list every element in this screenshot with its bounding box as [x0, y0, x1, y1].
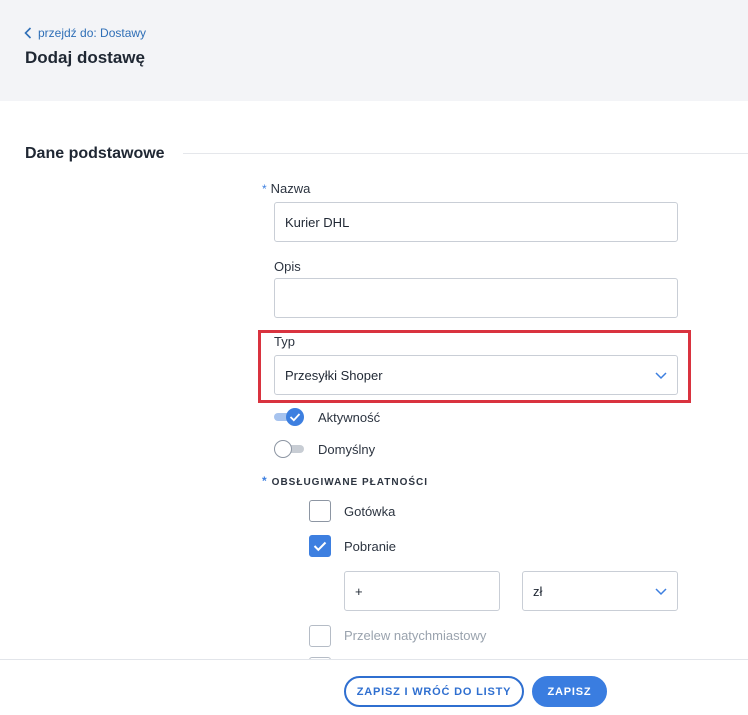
default-toggle[interactable] [274, 440, 304, 458]
chevron-down-icon [655, 584, 667, 599]
back-link-label: przejdź do: Dostawy [38, 26, 147, 40]
active-toggle[interactable] [274, 408, 304, 426]
check-icon [289, 413, 301, 422]
page-title: Dodaj dostawę [25, 48, 145, 67]
footer-bar: ZAPISZ I WRÓĆ DO LISTY ZAPISZ [0, 660, 748, 715]
payments-label: * OBSŁUGIWANE PŁATNOŚCI [262, 474, 428, 488]
required-mark: * [262, 474, 268, 488]
section-divider [183, 153, 748, 154]
save-button[interactable]: ZAPISZ [532, 676, 607, 707]
chevron-left-icon [24, 27, 32, 39]
currency-select-value: zł [533, 583, 543, 599]
payment-instant-transfer-checkbox [309, 625, 331, 647]
name-input[interactable]: Kurier DHL [274, 202, 678, 242]
toggle-knob [286, 408, 304, 426]
page-header: przejdź do: Dostawy Dodaj dostawę [0, 0, 748, 101]
description-input[interactable] [274, 278, 678, 318]
description-label: Opis [274, 259, 301, 274]
surcharge-input[interactable]: + [344, 571, 500, 611]
name-input-value: Kurier DHL [285, 214, 350, 230]
name-label: * Nazwa [262, 181, 310, 196]
section-title: Dane podstawowe [25, 145, 165, 162]
back-link[interactable]: przejdź do: Dostawy [24, 26, 146, 40]
payment-cod-label: Pobranie [344, 539, 397, 554]
payments-label-text: OBSŁUGIWANE PŁATNOŚCI [271, 477, 429, 488]
currency-select[interactable]: zł [522, 571, 678, 611]
payment-cod-checkbox[interactable] [309, 535, 331, 557]
required-mark: * [262, 182, 267, 196]
payment-cash-label: Gotówka [344, 504, 396, 519]
payment-instant-transfer-label: Przelew natychmiastowy [344, 628, 487, 643]
default-toggle-label: Domyślny [318, 442, 376, 457]
payment-cash-checkbox[interactable] [309, 500, 331, 522]
toggle-knob [274, 440, 292, 458]
check-icon [313, 541, 327, 552]
type-highlight-box [258, 330, 691, 403]
active-toggle-label: Aktywność [318, 410, 381, 425]
save-and-back-button[interactable]: ZAPISZ I WRÓĆ DO LISTY [344, 676, 524, 707]
name-label-text: Nazwa [270, 181, 311, 196]
surcharge-input-value: + [355, 583, 363, 599]
